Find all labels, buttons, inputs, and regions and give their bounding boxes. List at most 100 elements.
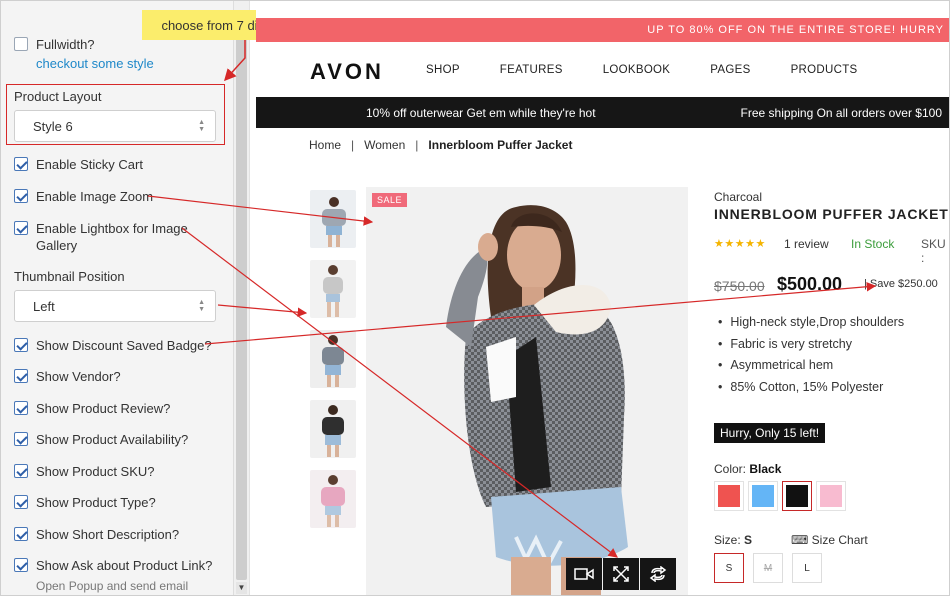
stock-status: In Stock [851, 237, 895, 251]
size-chart-link[interactable]: ⌨ Size Chart [791, 533, 868, 547]
announce-right: Free shipping On all orders over $100 [740, 106, 942, 120]
option-ask-link[interactable]: Show Ask about Product Link? [14, 557, 212, 574]
video-button[interactable] [566, 558, 602, 590]
sale-badge: SALE [372, 193, 408, 207]
size-chart-label: Size Chart [811, 533, 868, 547]
option-vendor[interactable]: Show Vendor? [14, 368, 121, 385]
option-label: Enable Sticky Cart [36, 157, 143, 172]
description-item: Fabric is very stretchy [718, 334, 904, 356]
breadcrumb-home[interactable]: Home [309, 138, 341, 152]
product-thumbnail[interactable] [310, 470, 356, 528]
product-thumbnail[interactable] [310, 400, 356, 458]
option-label: Show Product Type? [36, 495, 156, 510]
product-title: INNERBLOOM PUFFER JACKET [714, 206, 949, 222]
checkbox-icon[interactable] [14, 464, 28, 478]
color-swatch-pink[interactable] [816, 481, 846, 511]
checkbox-icon[interactable] [14, 401, 28, 415]
checkbox-icon[interactable] [14, 432, 28, 446]
nav-lookbook[interactable]: LOOKBOOK [603, 64, 671, 76]
expand-button[interactable] [603, 558, 639, 590]
swatch-fill [786, 485, 808, 507]
option-review[interactable]: Show Product Review? [14, 400, 170, 417]
option-label-line2: Gallery [36, 238, 78, 253]
video-icon [574, 568, 594, 580]
option-image-zoom[interactable]: Enable Image Zoom [14, 188, 153, 205]
option-sticky-cart[interactable]: Enable Sticky Cart [14, 156, 143, 173]
fullwidth-label: Fullwidth? [36, 37, 95, 52]
store-logo[interactable]: AVON [310, 59, 384, 85]
color-swatch-black[interactable] [782, 481, 812, 511]
product-thumbnail[interactable] [310, 260, 356, 318]
nav-pages[interactable]: PAGES [710, 64, 750, 76]
breadcrumb-separator: | [415, 138, 419, 152]
current-price: $500.00 [777, 274, 843, 294]
checkbox-icon[interactable] [14, 189, 28, 203]
rotate-360-icon [649, 566, 667, 582]
product-thumbnail[interactable] [310, 330, 356, 388]
selected-color: Black [749, 462, 782, 476]
checkbox-icon[interactable] [14, 369, 28, 383]
breadcrumb-women[interactable]: Women [364, 138, 405, 152]
color-label: Color: Black [714, 462, 781, 476]
checkbox-icon[interactable] [14, 558, 28, 572]
promo-bar: UP TO 80% OFF ON THE ENTIRE STORE! HURRY [256, 18, 950, 42]
thumbnail-position-select[interactable]: Left ▲ ▼ [14, 290, 216, 322]
main-product-image[interactable] [366, 187, 688, 596]
nav-shop[interactable]: SHOP [426, 64, 460, 76]
scrollbar-thumb[interactable] [236, 20, 247, 580]
review-count[interactable]: 1 review [784, 237, 829, 251]
checkbox-icon[interactable] [14, 157, 28, 171]
product-thumbnail[interactable] [310, 190, 356, 248]
description-item: Asymmetrical hem [718, 355, 904, 377]
product-vendor[interactable]: Charcoal [714, 190, 762, 204]
checkbox-icon[interactable] [14, 527, 28, 541]
color-swatch-blue[interactable] [748, 481, 778, 511]
size-option-m[interactable]: M [753, 553, 783, 583]
compare-price: $750.00 [714, 278, 765, 294]
description-item: 85% Cotton, 15% Polyester [718, 377, 904, 399]
option-label: Show Product SKU? [36, 464, 155, 479]
nav-products[interactable]: PRODUCTS [791, 64, 858, 76]
fullwidth-option[interactable]: Fullwidth? [14, 36, 95, 53]
size-option-l[interactable]: L [792, 553, 822, 583]
checkout-style-link[interactable]: checkout some style [36, 56, 154, 71]
size-label: Size: S [714, 533, 752, 547]
breadcrumb-current: Innerbloom Puffer Jacket [428, 138, 573, 152]
description-item: High-neck style,Drop shoulders [718, 312, 904, 334]
option-label: Show Ask about Product Link? [36, 558, 213, 573]
option-product-type[interactable]: Show Product Type? [14, 494, 156, 511]
store-preview: UP TO 80% OFF ON THE ENTIRE STORE! HURRY… [256, 0, 950, 596]
main-nav: SHOP FEATURES LOOKBOOK PAGES PRODUCTS [426, 64, 898, 76]
option-label-line1: Enable Lightbox for Image [36, 221, 188, 236]
ruler-icon: ⌨ [791, 533, 809, 547]
highlight-box [6, 84, 225, 145]
checkbox-icon[interactable] [14, 37, 28, 51]
expand-icon [613, 566, 629, 582]
scroll-down-arrow-icon[interactable]: ▼ [236, 582, 247, 594]
checkbox-icon[interactable] [14, 221, 28, 235]
select-arrows-icon: ▲ ▼ [198, 299, 205, 313]
checkbox-icon[interactable] [14, 495, 28, 509]
option-discount-badge[interactable]: Show Discount Saved Badge? [14, 337, 212, 354]
option-availability[interactable]: Show Product Availability? [14, 431, 188, 448]
option-lightbox[interactable]: Enable Lightbox for Image Gallery [14, 220, 188, 254]
nav-features[interactable]: FEATURES [500, 64, 563, 76]
rotate-button[interactable] [640, 558, 676, 590]
checkbox-icon[interactable] [14, 338, 28, 352]
option-label: Enable Lightbox for Image Gallery [36, 220, 188, 254]
rating-stars-icon: ★★★★★ [714, 238, 766, 250]
swatch-fill [718, 485, 740, 507]
swatch-fill [752, 485, 774, 507]
swatch-fill [820, 485, 842, 507]
option-label: Show Product Review? [36, 401, 171, 416]
thumbnail-position-label: Thumbnail Position [14, 269, 125, 284]
size-label-text: Size: [714, 533, 741, 547]
panel-scrollbar[interactable]: ▼ [233, 0, 249, 596]
breadcrumb-separator: | [351, 138, 355, 152]
size-option-s[interactable]: S [714, 553, 744, 583]
ask-note: Open Popup and send email [36, 579, 189, 593]
option-short-description[interactable]: Show Short Description? [14, 526, 179, 543]
color-swatch-red[interactable] [714, 481, 744, 511]
option-sku[interactable]: Show Product SKU? [14, 463, 155, 480]
save-badge: | Save $250.00 [864, 278, 938, 290]
